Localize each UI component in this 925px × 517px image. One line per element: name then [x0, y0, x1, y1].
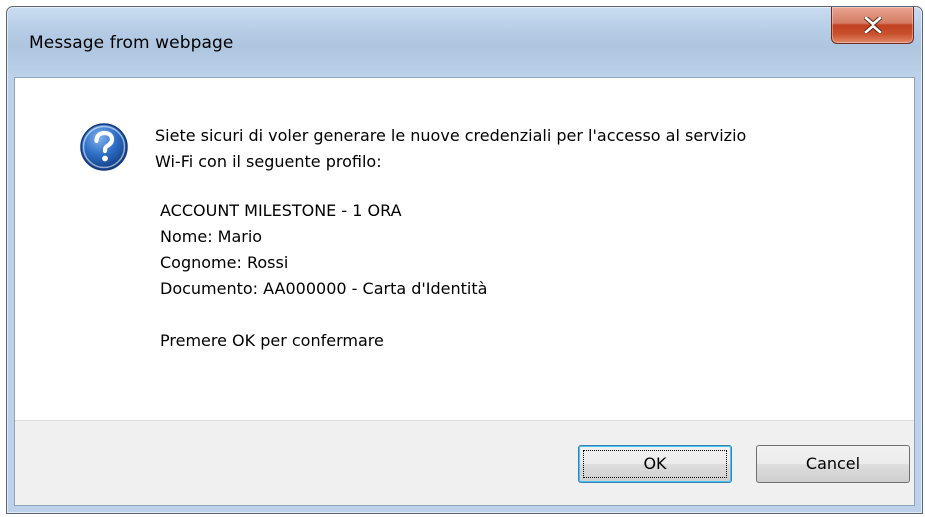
message-line: Wi-Fi con il seguente profilo: — [155, 152, 382, 171]
dialog-body: Siete sicuri di voler generare le nuove … — [14, 77, 915, 506]
profile-details: ACCOUNT MILESTONE - 1 ORA Nome: Mario Co… — [155, 198, 895, 302]
message-line: Siete sicuri di voler generare le nuove … — [155, 126, 747, 145]
confirm-text: Premere OK per confermare — [160, 331, 384, 350]
cancel-button[interactable]: Cancel — [756, 445, 910, 483]
profile-document: Documento: AA000000 - Carta d'Identità — [160, 279, 488, 298]
question-icon — [80, 123, 128, 171]
message-area: Siete sicuri di voler generare le nuove … — [15, 78, 914, 423]
dialog-button-bar: OK Cancel — [15, 420, 914, 505]
close-button[interactable] — [831, 7, 914, 44]
focus-ring — [583, 450, 727, 478]
profile-account: ACCOUNT MILESTONE - 1 ORA — [160, 201, 402, 220]
profile-first-name: Nome: Mario — [160, 227, 263, 246]
message-dialog: Message from webpage Siete sicuri di vol… — [6, 6, 923, 514]
ok-button[interactable]: OK — [578, 445, 732, 483]
dialog-message: Siete sicuri di voler generare le nuove … — [155, 123, 895, 354]
dialog-title: Message from webpage — [29, 33, 234, 53]
cancel-button-label: Cancel — [805, 454, 861, 473]
close-icon — [864, 17, 882, 33]
dialog-titlebar[interactable]: Message from webpage — [7, 7, 922, 75]
confirm-instruction: Premere OK per confermare — [155, 328, 895, 354]
profile-last-name: Cognome: Rossi — [160, 253, 289, 272]
